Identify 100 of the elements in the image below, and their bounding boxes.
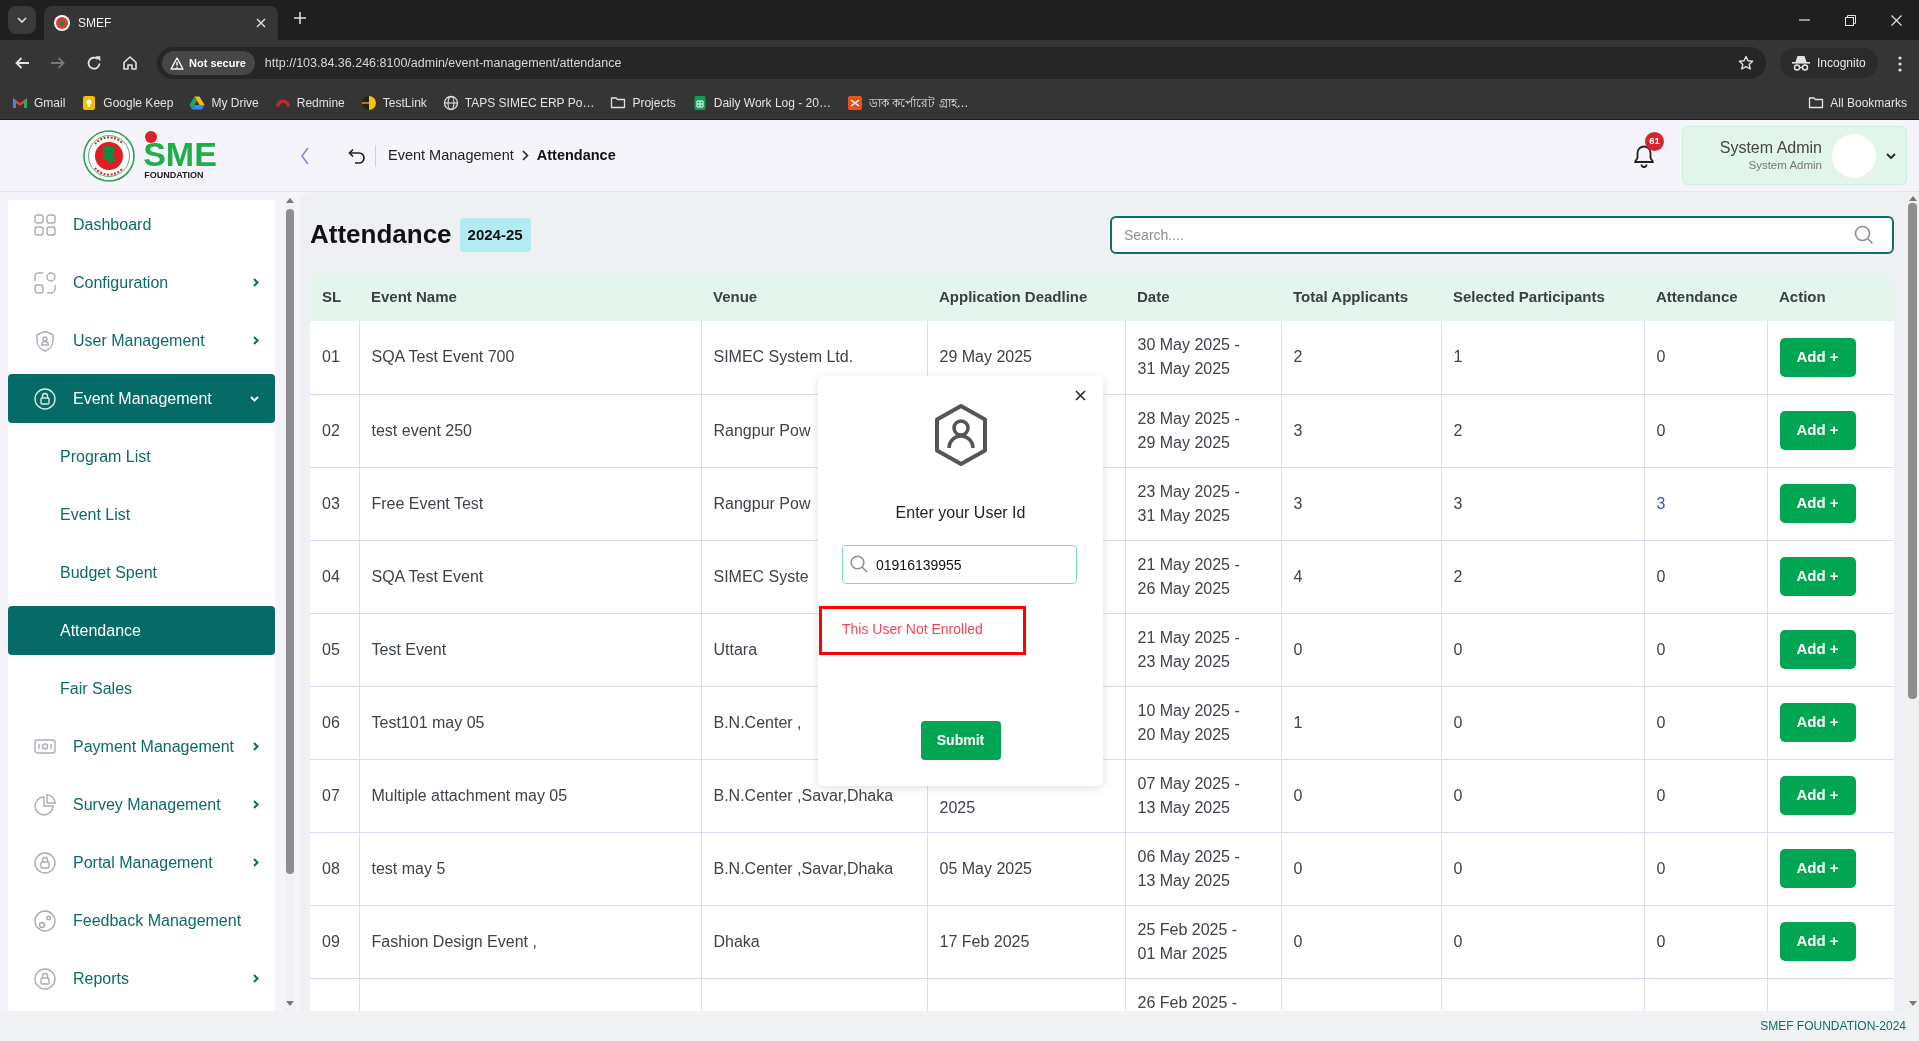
table-cell: 02 [310,394,359,467]
logo-subtext: FOUNDATION [144,169,204,181]
column-header: Application Deadline [927,274,1125,321]
table-cell: 0 [1644,759,1767,832]
undo-icon[interactable] [348,147,366,164]
bookmark-link[interactable]: Daily Work Log - 20… [683,89,839,116]
table-cell: 2 [1441,394,1644,467]
table-cell: 05 May 2025 [927,832,1125,905]
table-cell: 0 [1644,613,1767,686]
table-cell: SQA Test Event [359,540,701,613]
scrollbar-thumb[interactable] [1908,203,1917,699]
attendance-link[interactable]: 3 [1656,494,1666,512]
scroll-up-icon[interactable] [286,198,294,203]
table-cell: 08 [310,832,359,905]
table-cell: Test101 may 05 [359,686,701,759]
close-icon[interactable] [1075,390,1086,401]
column-header: SL [310,274,359,321]
sidebar-subitem[interactable]: Budget Spent [8,548,275,597]
sidebar-item[interactable]: Feedback Management [8,896,275,945]
star-icon[interactable] [1738,55,1754,71]
table-cell: 07 May 2025 - 13 May 2025 [1125,759,1281,832]
table-cell: 06 May 2025 - 13 May 2025 [1125,832,1281,905]
lock-icon [34,967,56,990]
forward-arrow-icon[interactable] [50,55,66,71]
lock-icon [34,387,56,410]
bookmark-link[interactable]: ডাক কর্পোরেট গ্রাহ… [838,89,977,116]
table-cell: Fashion Design Event , [359,905,701,978]
bell-icon[interactable] [1633,143,1655,168]
incognito-icon [1792,55,1810,71]
table-cell: 4 [1281,540,1441,613]
sidebar-item[interactable]: Configuration [8,258,275,307]
sidebar-item[interactable]: Reports [8,954,275,1003]
column-header: Event Name [359,274,701,321]
kebab-menu-icon[interactable] [1897,55,1902,72]
search-field[interactable]: Search.... [1110,216,1894,254]
table-cell: 01 [310,321,359,394]
page-title: Attendance [310,219,452,251]
profile-button[interactable]: Incognito [1780,48,1878,78]
bookmark-link[interactable]: My Drive [181,89,267,116]
arc-icon [274,98,291,107]
sidebar-subitem[interactable]: Attendance [8,606,275,655]
bookmark-link[interactable]: Projects [602,89,684,116]
sidebar-item[interactable]: User Management [8,316,275,365]
scroll-down-icon[interactable] [1908,1001,1917,1006]
envelope-icon [12,96,28,109]
browser-tab[interactable]: SMEF [44,6,278,40]
reload-icon[interactable] [86,55,102,71]
search-icon [1854,225,1874,245]
avatar-icon [1832,133,1876,178]
bookmark-link[interactable]: Google Keep [73,89,182,116]
bookmark-link[interactable]: TestLink [352,89,435,116]
scrollbar-thumb[interactable] [286,209,294,874]
circles-icon [34,909,56,932]
table-cell: 0 [1644,686,1767,759]
user-id-field[interactable]: 01916139955 [842,545,1077,584]
sidebar-item[interactable]: Survey Management [8,780,275,829]
favicon-icon [54,15,70,31]
sidebar-subitem[interactable]: Event List [8,490,275,539]
bookmark-link[interactable]: All Bookmarks [1800,89,1915,116]
bookmark-link[interactable]: TAPS SIMEC ERP Po… [434,89,603,116]
bookmark-link[interactable]: Gmail [4,89,74,116]
column-header: Selected Participants [1441,274,1644,321]
table-cell: 23 May 2025 - 31 May 2025 [1125,467,1281,540]
table-cell: 0 [1281,613,1441,686]
folder-icon [1808,96,1825,109]
column-header: Date [1125,274,1281,321]
table-cell: B.N.Center ,Savar,Dhaka [701,832,927,905]
chevron-left-icon[interactable] [300,146,309,165]
table-cell: 0 [1644,321,1767,394]
year-badge: 2024-25 [459,218,531,252]
sidebar-item[interactable]: Portal Management [8,838,275,887]
scroll-down-icon[interactable] [286,1001,294,1006]
plus-icon[interactable] [294,11,306,24]
pie-chart-icon [34,793,56,816]
home-icon[interactable] [122,55,138,71]
table-cell: 25 Feb 2025 - 01 Mar 2025 [1125,905,1281,978]
security-chip[interactable]: Not secure [162,51,255,75]
restore-icon[interactable] [1844,14,1856,26]
scrollbar[interactable] [285,198,295,1011]
bookmark-link[interactable]: Redmine [266,89,353,116]
scroll-up-icon[interactable] [1908,196,1917,201]
minimize-icon[interactable] [1798,19,1810,21]
notification-badge: 61 [1645,131,1664,151]
user-menu-button[interactable]: System Admin System Admin [1682,126,1907,185]
sidebar-subitem[interactable]: Program List [8,432,275,481]
address-bar[interactable]: Not secure http://103.84.36.246:8100/admin/event-management/attendance [157,47,1766,79]
triangle-icon [189,95,206,110]
table-cell: 21 May 2025 - 23 May 2025 [1125,613,1281,686]
sidebar-subitem[interactable]: Fair Sales [8,664,275,713]
sidebar-item[interactable]: Dashboard [8,200,275,249]
folder-icon [610,96,627,109]
sidebar-item[interactable]: Payment Management [8,722,275,771]
table-cell: 0 [1644,540,1767,613]
table-cell: 3 [1281,467,1441,540]
tab-search-button[interactable] [8,6,36,34]
breadcrumb-link[interactable]: Event Management [388,144,514,167]
sidebar-item[interactable]: Event Management [8,374,275,423]
table-cell: 0 [1441,686,1644,759]
table-cell: SQA Test Event 700 [359,321,701,394]
back-arrow-icon[interactable] [14,55,30,71]
